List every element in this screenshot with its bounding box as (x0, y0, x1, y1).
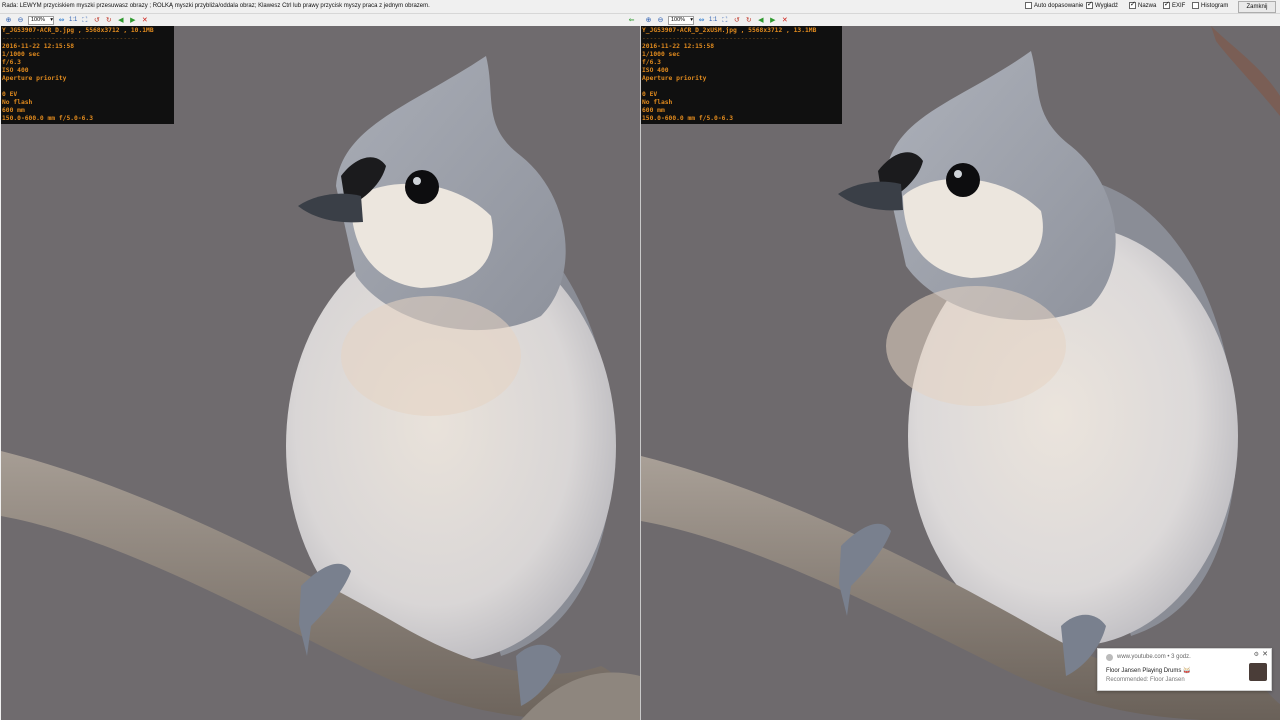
notification-thumbnail (1249, 663, 1267, 681)
auto-fit-label: Auto dopasowanie (1034, 2, 1084, 9)
separator: ------------------------------------ (2, 35, 139, 42)
smooth-checkbox[interactable]: Wygładź (1086, 0, 1118, 9)
smooth-check[interactable] (1086, 0, 1093, 9)
exif-label: EXIF (1172, 2, 1186, 9)
exif-iso: ISO 400 (642, 67, 669, 74)
separator: ------------------------------------ (642, 35, 779, 42)
right-toolbar: ⊕ ⊖ 100% ▾ ⇔ 1:1 ⛶ ↺ ↻ ◀ ▶ ✕ (640, 14, 1020, 26)
histogram-checkbox[interactable]: Histogram (1192, 2, 1228, 9)
hint-bar: Rada: LEWYM przyciskiem myszki przesuwas… (0, 0, 1280, 14)
zoom-in-icon[interactable]: ⊕ (4, 16, 13, 25)
sync-arrow-icon[interactable]: ⇐ (627, 16, 636, 25)
exif-shutter: 1/1000 sec (2, 51, 40, 58)
exif-aperture: f/6.3 (2, 59, 21, 66)
chevron-down-icon: ▾ (50, 16, 53, 23)
zoom-out-icon[interactable]: ⊖ (656, 16, 665, 25)
fit-arrows-icon[interactable]: ⇔ (57, 16, 66, 25)
name-checkbox[interactable]: Nazwa (1129, 0, 1157, 9)
notification-subtitle: Recommended: Floor Jansen (1106, 677, 1185, 683)
exif-lens: 150.0-600.0 mm f/5.0-6.3 (642, 115, 733, 122)
rotate-left-icon[interactable]: ↺ (92, 16, 101, 25)
close-pane-icon[interactable]: ✕ (140, 16, 149, 25)
exif-checkbox[interactable]: EXIF (1163, 0, 1186, 9)
exif-mode: Aperture priority (2, 75, 67, 82)
close-button[interactable]: Zamknij (1238, 1, 1276, 13)
hint-text: Rada: LEWYM przyciskiem myszki przesuwas… (2, 3, 430, 9)
exif-flash: No flash (2, 99, 33, 106)
prev-image-icon[interactable]: ◀ (756, 16, 765, 25)
zoom-out-icon[interactable]: ⊖ (16, 16, 25, 25)
zoom-value: 100% (671, 16, 686, 23)
exif-mode: Aperture priority (642, 75, 707, 82)
auto-fit-checkbox[interactable]: Auto dopasowanie (1025, 2, 1083, 9)
notification-toast[interactable]: www.youtube.com • 3 godz. ⚙ ✕ Floor Jans… (1097, 648, 1272, 691)
chevron-down-icon: ▾ (690, 16, 693, 23)
close-pane-icon[interactable]: ✕ (780, 16, 789, 25)
next-image-icon[interactable]: ▶ (768, 16, 777, 25)
zoom-select[interactable]: 100% ▾ (28, 15, 54, 25)
exif-panel-right: Y_JG53907-ACR_D_2xUSM.jpg , 5568x3712 , … (641, 26, 842, 124)
one-to-one-button[interactable]: 1:1 (709, 17, 717, 23)
one-to-one-button[interactable]: 1:1 (69, 17, 77, 23)
rotate-right-icon[interactable]: ↻ (744, 16, 753, 25)
exif-blank (642, 83, 841, 91)
auto-fit-check[interactable] (1025, 2, 1032, 9)
exif-shutter: 1/1000 sec (642, 51, 680, 58)
rotate-right-icon[interactable]: ↻ (104, 16, 113, 25)
exif-datetime: 2016-11-22 12:15:58 (2, 43, 75, 50)
filename-line: Y_JG53907-ACR_D_2xUSM.jpg , 5568x3712 , … (642, 27, 817, 34)
exif-datetime: 2016-11-22 12:15:58 (642, 43, 715, 50)
name-label: Nazwa (1138, 2, 1157, 9)
histogram-label: Histogram (1201, 2, 1229, 9)
zoom-in-icon[interactable]: ⊕ (644, 16, 653, 25)
smooth-label: Wygładź (1095, 2, 1118, 9)
exif-iso: ISO 400 (2, 67, 29, 74)
zoom-select[interactable]: 100% ▾ (668, 15, 694, 25)
fit-window-icon[interactable]: ⛶ (80, 16, 89, 25)
left-image-pane[interactable]: Y_JG53907-ACR_D.jpg , 5568x3712 , 10.1MB… (1, 26, 640, 720)
exif-focal: 600 mm (642, 107, 665, 114)
fit-window-icon[interactable]: ⛶ (720, 16, 729, 25)
name-check[interactable] (1129, 0, 1136, 9)
bird-photo-left (1, 26, 640, 720)
exif-blank (2, 83, 173, 91)
exif-check[interactable] (1163, 0, 1170, 9)
rotate-left-icon[interactable]: ↺ (732, 16, 741, 25)
exif-panel-left: Y_JG53907-ACR_D.jpg , 5568x3712 , 10.1MB… (1, 26, 174, 124)
filename-line: Y_JG53907-ACR_D.jpg , 5568x3712 , 10.1MB (2, 27, 154, 34)
exif-flash: No flash (642, 99, 673, 106)
right-image-pane[interactable]: Y_JG53907-ACR_D_2xUSM.jpg , 5568x3712 , … (641, 26, 1280, 720)
notification-source: www.youtube.com • 3 godz. (1117, 654, 1191, 660)
chrome-icon (1106, 654, 1113, 661)
notification-title: Floor Jansen Playing Drums 🥁 (1106, 668, 1191, 674)
gear-icon[interactable]: ⚙ (1254, 651, 1259, 658)
close-icon[interactable]: ✕ (1262, 650, 1268, 658)
exif-ev: 0 EV (2, 91, 18, 98)
exif-aperture: f/6.3 (642, 59, 661, 66)
zoom-value: 100% (31, 16, 46, 23)
left-toolbar: ⊕ ⊖ 100% ▾ ⇔ 1:1 ⛶ ↺ ↻ ◀ ▶ ✕ ⇐ (0, 14, 640, 26)
next-image-icon[interactable]: ▶ (128, 16, 137, 25)
fit-arrows-icon[interactable]: ⇔ (697, 16, 706, 25)
exif-ev: 0 EV (642, 91, 658, 98)
exif-lens: 150.0-600.0 mm f/5.0-6.3 (2, 115, 93, 122)
bird-photo-right (641, 26, 1280, 720)
exif-focal: 600 mm (2, 107, 25, 114)
histogram-check[interactable] (1192, 2, 1199, 9)
prev-image-icon[interactable]: ◀ (116, 16, 125, 25)
